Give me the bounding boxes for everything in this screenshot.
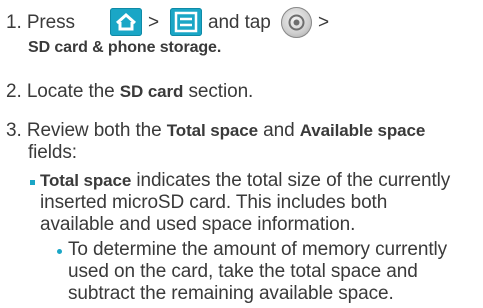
step2-bold: SD card [119,82,184,101]
step1-line: 1. Press [6,12,75,34]
home-icon [110,8,142,36]
step2-line: 2. Locate the SD card section. [6,81,253,103]
step3-text-a: Review both the [26,120,162,141]
settings-gear-icon [281,7,312,38]
step3-number: 3. [6,120,22,141]
step1-path: SD card & phone storage. [28,39,222,56]
step2-number: 2. [6,81,22,102]
instruction-page: 1. Press > and tap > SD card & phone sto… [0,0,483,308]
bullet1-line1: Total space indicates the total size of … [40,170,450,192]
step1-and-tap: and tap [208,12,271,33]
step3-line2: fields: [28,142,77,163]
bullet1-bold: Total space [40,171,132,190]
step1-sep1: > [148,12,159,33]
step3-bold-b: Available space [299,121,426,140]
step1-number: 1. [6,12,22,33]
bullet1-line2: inserted microSD card. This includes bot… [40,192,388,213]
step3-bold-a: Total space [166,121,258,140]
subbullet-line2: used on the card, take the total space a… [68,261,418,282]
subbullet-line1: To determine the amount of memory curren… [68,239,448,260]
step2-text-after: section. [188,81,254,102]
step3-line1: 3. Review both the Total space and Avail… [6,120,425,142]
round-bullet-icon [57,249,62,254]
step1-press-text: Press [26,12,75,33]
square-bullet-icon [30,180,35,185]
step2-text-before: Locate the [26,81,115,102]
step3-text-b: and [263,120,295,141]
bullet1-rest: indicates the total size of the currentl… [136,170,451,191]
bullet1-line3: available and used space information. [40,214,356,235]
menu-icon [170,8,202,36]
subbullet-line3: subtract the remaining available space. [68,283,394,304]
step1-sep2: > [318,12,329,33]
